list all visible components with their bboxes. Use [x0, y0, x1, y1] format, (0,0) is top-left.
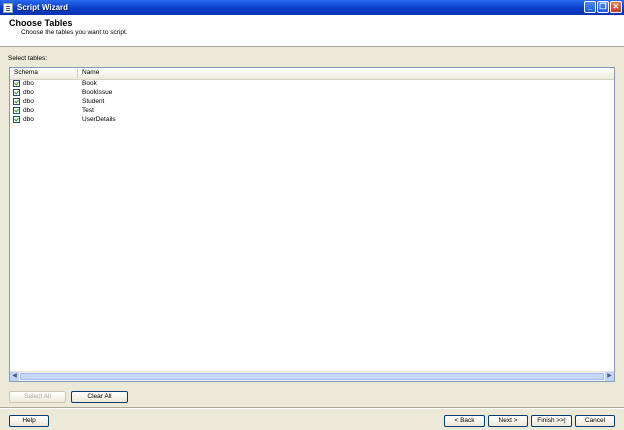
- page-title: Choose Tables: [9, 18, 73, 28]
- scroll-right-icon[interactable]: ▶: [605, 372, 614, 381]
- column-header-name[interactable]: Name: [82, 69, 99, 76]
- table-row[interactable]: dbo Test: [10, 107, 614, 116]
- table-row[interactable]: dbo Book: [10, 80, 614, 89]
- help-button[interactable]: Help: [9, 415, 49, 427]
- table-row[interactable]: dbo BookIssue: [10, 89, 614, 98]
- row-name: BookIssue: [82, 89, 113, 96]
- row-schema: dbo: [23, 98, 34, 105]
- table-row[interactable]: dbo UserDetails: [10, 116, 614, 125]
- close-icon[interactable]: ✕: [610, 1, 622, 13]
- row-name: Student: [82, 98, 105, 105]
- table-row[interactable]: dbo Student: [10, 98, 614, 107]
- row-checkbox[interactable]: [13, 98, 20, 105]
- select-tables-label: Select tables:: [8, 55, 48, 62]
- scroll-left-icon[interactable]: ◀: [10, 372, 19, 381]
- scrollbar-thumb[interactable]: [20, 373, 604, 380]
- title-bar: Script Wizard _ ❐ ✕: [0, 0, 624, 15]
- row-checkbox[interactable]: [13, 80, 20, 87]
- window-controls: _ ❐ ✕: [584, 1, 622, 13]
- tables-list[interactable]: Schema Name dbo Book dbo BookIssue dbo S…: [9, 67, 615, 382]
- cancel-button[interactable]: Cancel: [575, 415, 615, 427]
- select-all-button[interactable]: Select All: [9, 391, 66, 403]
- finish-button[interactable]: Finish >>|: [531, 415, 572, 427]
- row-name: Test: [82, 107, 94, 114]
- row-checkbox[interactable]: [13, 116, 20, 123]
- back-button[interactable]: < Back: [444, 415, 485, 427]
- footer-divider-highlight: [0, 408, 624, 409]
- row-name: Book: [82, 80, 97, 87]
- row-checkbox[interactable]: [13, 89, 20, 96]
- row-schema: dbo: [23, 116, 34, 123]
- row-schema: dbo: [23, 107, 34, 114]
- app-icon: [3, 2, 13, 13]
- clear-all-button[interactable]: Clear All: [71, 391, 128, 403]
- horizontal-scrollbar[interactable]: ◀ ▶: [10, 371, 614, 381]
- restore-icon[interactable]: ❐: [597, 1, 609, 13]
- column-header-schema[interactable]: Schema: [14, 69, 38, 76]
- window-title: Script Wizard: [17, 3, 69, 12]
- row-name: UserDetails: [82, 116, 116, 123]
- column-header: Schema Name: [10, 68, 614, 80]
- next-button[interactable]: Next >: [488, 415, 528, 427]
- wizard-header: Choose Tables Choose the tables you want…: [0, 15, 624, 47]
- minimize-icon[interactable]: _: [584, 1, 596, 13]
- page-subtitle: Choose the tables you want to script.: [21, 29, 128, 36]
- column-separator[interactable]: [77, 69, 78, 78]
- row-schema: dbo: [23, 80, 34, 87]
- row-schema: dbo: [23, 89, 34, 96]
- row-checkbox[interactable]: [13, 107, 20, 114]
